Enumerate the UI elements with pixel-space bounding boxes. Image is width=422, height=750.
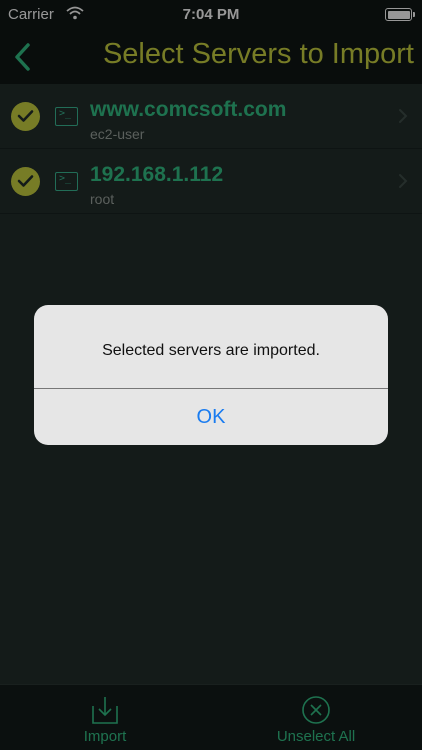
ok-button[interactable]: OK	[34, 389, 388, 445]
alert-message: Selected servers are imported.	[102, 342, 320, 359]
alert-dialog: Selected servers are imported. OK	[34, 305, 388, 445]
